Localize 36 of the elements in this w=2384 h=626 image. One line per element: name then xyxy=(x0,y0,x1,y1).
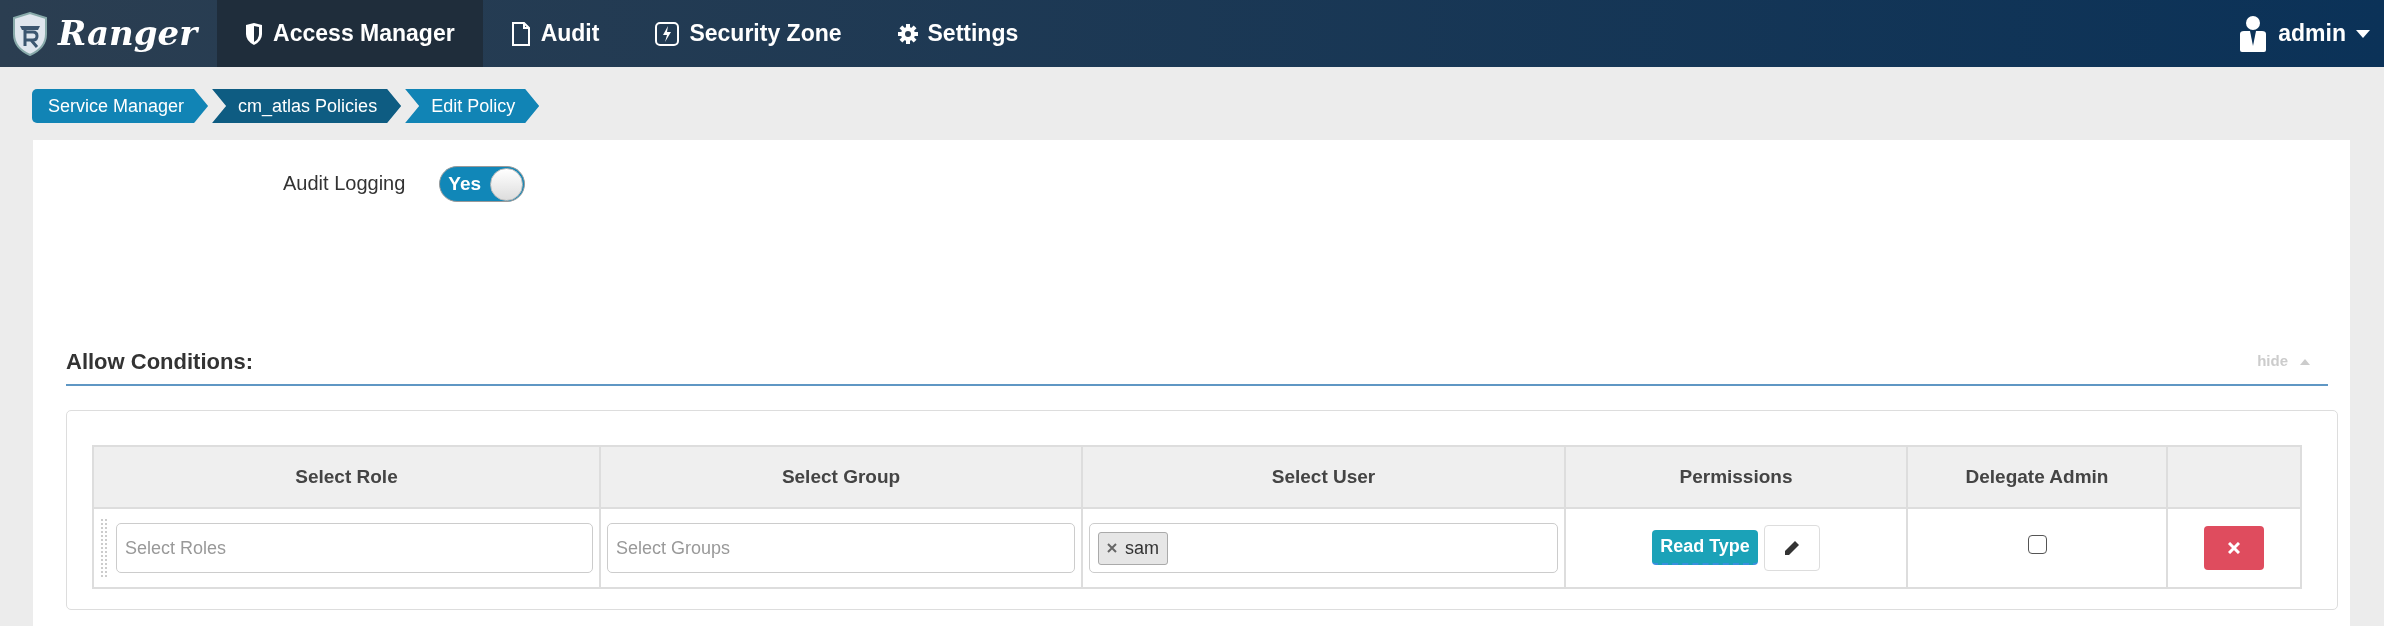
column-header: Delegate Admin xyxy=(1907,446,2167,508)
toggle-switch[interactable]: Yes xyxy=(439,166,526,202)
nav-tab[interactable]: Audit xyxy=(482,0,628,67)
column-header: Select Role xyxy=(93,446,600,508)
settings-icon xyxy=(897,23,918,44)
input-field[interactable]: Select Groups xyxy=(607,523,1075,573)
user-tag[interactable]: sam xyxy=(1098,531,1168,565)
document-icon xyxy=(510,21,531,46)
caret-icon xyxy=(2300,358,2310,365)
input-field[interactable]: sam xyxy=(1089,523,1558,573)
section-title: Allow Conditions: xyxy=(66,348,253,376)
caret-icon xyxy=(2356,29,2370,38)
remove-icon[interactable] xyxy=(1107,543,1117,553)
breadcrumb-link[interactable]: Service Manager xyxy=(32,89,209,123)
lightning-icon xyxy=(655,21,680,46)
brand-name: Ranger xyxy=(58,12,198,55)
column-header: Permissions xyxy=(1565,446,1907,508)
breadcrumb-link[interactable]: Edit Policy xyxy=(405,89,540,123)
nav-tab[interactable]: Security Zone xyxy=(627,0,870,67)
column-header: Select Group xyxy=(600,446,1082,508)
nav-tab[interactable]: Settings xyxy=(869,0,1047,67)
shield-icon xyxy=(245,22,264,45)
user-icon xyxy=(2238,15,2269,52)
input-field[interactable]: Select Roles xyxy=(116,523,593,573)
field-label: Audit Logging xyxy=(283,171,406,196)
close-icon xyxy=(2228,542,2240,554)
checkbox[interactable] xyxy=(2027,535,2047,554)
drag-handle-icon[interactable] xyxy=(100,518,108,578)
shield-logo-icon xyxy=(10,11,50,56)
pencil-icon xyxy=(1783,540,1800,556)
column-header: Select User xyxy=(1082,446,1565,508)
user-menu[interactable]: admin xyxy=(2232,0,2384,67)
breadcrumb-link[interactable]: cm_atlas Policies xyxy=(212,89,402,123)
nav-tab[interactable]: Access Manager xyxy=(217,0,483,67)
edit-button[interactable] xyxy=(1763,525,1820,571)
delete-button[interactable] xyxy=(2204,526,2264,570)
